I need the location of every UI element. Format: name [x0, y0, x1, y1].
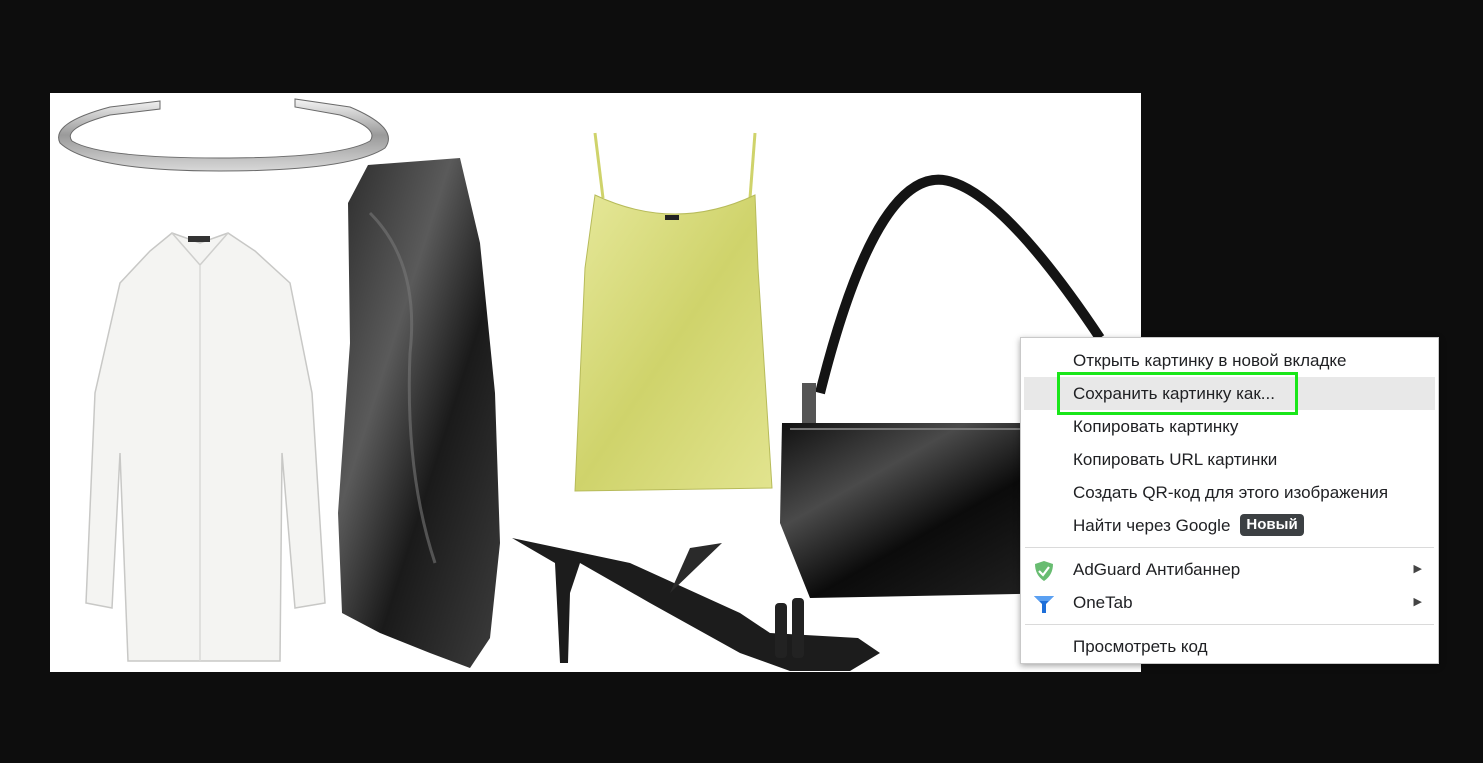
bracelet-image	[58, 98, 389, 172]
menu-copy-image-url[interactable]: Копировать URL картинки	[1021, 443, 1438, 476]
menu-create-qr-code-label: Создать QR-код для этого изображения	[1073, 483, 1389, 502]
black-satin-skirt-image	[338, 158, 500, 668]
menu-adguard[interactable]: AdGuard Антибаннер ▶	[1021, 553, 1438, 586]
menu-search-google-label: Найти через Google	[1073, 516, 1231, 535]
menu-inspect[interactable]: Просмотреть код	[1021, 630, 1438, 663]
menu-separator	[1025, 624, 1434, 625]
menu-create-qr-code[interactable]: Создать QR-код для этого изображения	[1021, 476, 1438, 509]
menu-copy-image[interactable]: Копировать картинку	[1021, 410, 1438, 443]
menu-inspect-label: Просмотреть код	[1073, 637, 1208, 656]
menu-separator	[1025, 547, 1434, 548]
menu-save-image-as[interactable]: Сохранить картинку как...	[1024, 377, 1435, 410]
onetab-funnel-icon	[1033, 593, 1054, 613]
new-badge: Новый	[1240, 513, 1304, 536]
lime-camisole-image	[574, 132, 773, 492]
menu-onetab[interactable]: OneTab ▶	[1021, 586, 1438, 619]
menu-onetab-label: OneTab	[1073, 593, 1133, 612]
menu-search-google[interactable]: Найти через Google Новый	[1021, 509, 1438, 542]
menu-copy-image-url-label: Копировать URL картинки	[1073, 450, 1278, 469]
menu-open-image-new-tab-label: Открыть картинку в новой вкладке	[1073, 351, 1347, 370]
submenu-arrow-icon: ▶	[1413, 596, 1422, 608]
context-menu: Открыть картинку в новой вкладке Сохрани…	[1020, 337, 1439, 664]
submenu-arrow-icon: ▶	[1413, 563, 1422, 575]
fashion-collage-image[interactable]	[50, 93, 1141, 672]
collage-illustration	[58, 98, 1105, 671]
menu-copy-image-label: Копировать картинку	[1073, 417, 1239, 436]
white-shirt-image	[85, 232, 326, 662]
menu-adguard-label: AdGuard Антибаннер	[1073, 560, 1241, 579]
menu-open-image-new-tab[interactable]: Открыть картинку в новой вкладке	[1021, 344, 1438, 377]
menu-save-image-as-label: Сохранить картинку как...	[1073, 384, 1275, 403]
adguard-shield-icon	[1033, 560, 1053, 581]
